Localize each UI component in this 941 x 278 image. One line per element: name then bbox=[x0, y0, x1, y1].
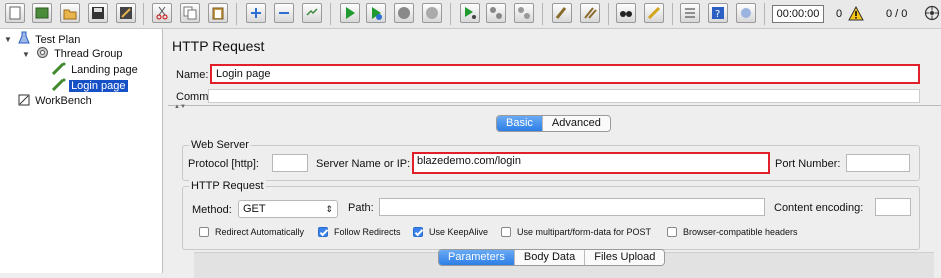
start-icon[interactable] bbox=[340, 3, 360, 23]
web-server-label: Web Server bbox=[189, 139, 251, 151]
tree-label: WorkBench bbox=[35, 95, 92, 107]
name-label: Name: bbox=[176, 69, 209, 81]
sampler-panel: HTTP Request Name: Login page Comments: … bbox=[168, 29, 941, 278]
split-divider[interactable]: ▲▼ bbox=[168, 104, 941, 112]
port-label: Port Number: bbox=[775, 158, 841, 170]
shutdown-icon[interactable] bbox=[422, 3, 442, 23]
reset-search-icon[interactable] bbox=[644, 3, 664, 23]
request-body-tabs: Parameters Body Data Files Upload bbox=[438, 249, 666, 266]
search-icon[interactable] bbox=[616, 3, 636, 23]
tree-node-landing-page[interactable]: Landing page bbox=[51, 62, 140, 77]
checkbox-label: Browser-compatible headers bbox=[683, 227, 798, 237]
paste-icon[interactable] bbox=[208, 3, 228, 23]
tree-label: Login page bbox=[69, 80, 128, 92]
expand-toggle-icon[interactable]: ▼ bbox=[22, 50, 30, 59]
server-name-field[interactable]: blazedemo.com/login bbox=[412, 152, 770, 174]
name-field[interactable]: Login page bbox=[210, 64, 920, 84]
error-count: 0 bbox=[836, 8, 843, 20]
follow-redirects-checkbox[interactable]: Follow Redirects bbox=[318, 227, 401, 237]
tree-node-thread-group[interactable]: Thread Group bbox=[36, 46, 125, 61]
remote-start-icon[interactable] bbox=[460, 3, 480, 23]
checkbox-box bbox=[199, 227, 209, 237]
panel-title: HTTP Request bbox=[172, 38, 265, 54]
encoding-label: Content encoding: bbox=[774, 202, 864, 214]
collapse-all-icon[interactable] bbox=[274, 3, 294, 23]
thread-count: 0 / 0 bbox=[886, 8, 908, 20]
new-icon[interactable] bbox=[5, 3, 25, 23]
checkbox-box bbox=[667, 227, 677, 237]
path-field[interactable] bbox=[379, 198, 765, 216]
basic-advanced-tabs: Basic Advanced bbox=[496, 115, 611, 132]
open-icon[interactable] bbox=[60, 3, 80, 23]
clear-icon[interactable] bbox=[552, 3, 572, 23]
clear-all-icon[interactable] bbox=[580, 3, 600, 23]
checkbox-label: Redirect Automatically bbox=[215, 227, 305, 237]
tab-body-data[interactable]: Body Data bbox=[513, 250, 585, 265]
checkbox-box bbox=[413, 227, 423, 237]
expand-all-icon[interactable] bbox=[246, 3, 266, 23]
path-label: Path: bbox=[348, 202, 374, 214]
checkbox-box bbox=[318, 227, 328, 237]
toolbar: ? 00:00:00 0 0 / 0 bbox=[0, 0, 941, 29]
svg-text:?: ? bbox=[715, 9, 720, 20]
cut-icon[interactable] bbox=[152, 3, 172, 23]
redirect-automatically-checkbox[interactable]: Redirect Automatically bbox=[199, 227, 304, 237]
method-value: GET bbox=[243, 203, 266, 215]
checkbox-box bbox=[501, 227, 511, 237]
http-request-group: HTTP Request bbox=[182, 180, 920, 250]
warning-icon bbox=[848, 6, 864, 21]
tab-basic[interactable]: Basic bbox=[497, 116, 542, 131]
save-icon[interactable] bbox=[88, 3, 108, 23]
multipart-post-checkbox[interactable]: Use multipart/form-data for POST bbox=[501, 227, 651, 237]
tab-advanced[interactable]: Advanced bbox=[541, 116, 610, 131]
flask-icon bbox=[18, 31, 30, 44]
tree-node-test-plan[interactable]: Test Plan bbox=[18, 31, 82, 46]
remote-engines-icon[interactable] bbox=[924, 5, 940, 22]
toggle-icon[interactable] bbox=[302, 3, 322, 23]
comments-field[interactable] bbox=[208, 89, 920, 103]
protocol-field[interactable] bbox=[272, 154, 308, 172]
tab-files-upload[interactable]: Files Upload bbox=[584, 250, 665, 265]
checkbox-label: Use multipart/form-data for POST bbox=[517, 227, 652, 237]
gear-icon bbox=[37, 47, 48, 58]
method-label: Method: bbox=[192, 204, 232, 216]
expand-toggle-icon[interactable]: ▼ bbox=[4, 35, 12, 44]
tree-node-workbench[interactable]: WorkBench bbox=[18, 94, 94, 109]
encoding-field[interactable] bbox=[875, 198, 911, 216]
test-plan-tree: ▼ Test Plan ▼ Thread Group Landing page … bbox=[0, 29, 163, 273]
checkbox-label: Follow Redirects bbox=[334, 227, 401, 237]
function-helper-icon[interactable] bbox=[680, 3, 700, 23]
start-no-pauses-icon[interactable] bbox=[366, 3, 386, 23]
select-arrows-icon: ⇕ bbox=[325, 204, 333, 214]
templates-icon[interactable] bbox=[32, 3, 52, 23]
port-field[interactable] bbox=[846, 154, 910, 172]
remote-stop-icon[interactable] bbox=[486, 3, 506, 23]
http-request-label: HTTP Request bbox=[189, 180, 266, 192]
tree-label: Test Plan bbox=[35, 34, 81, 46]
copy-icon[interactable] bbox=[180, 3, 200, 23]
tree-label: Thread Group bbox=[54, 48, 123, 60]
browser-compatible-headers-checkbox[interactable]: Browser-compatible headers bbox=[667, 227, 798, 237]
checkbox-label: Use KeepAlive bbox=[429, 227, 489, 237]
remote-start-all-icon[interactable] bbox=[736, 3, 756, 23]
tree-node-login-page[interactable]: Login page bbox=[51, 78, 128, 93]
sampler-pipette-icon bbox=[51, 78, 66, 92]
tab-parameters[interactable]: Parameters bbox=[439, 250, 514, 265]
save-screenshot-icon[interactable] bbox=[116, 3, 136, 23]
help-icon[interactable]: ? bbox=[708, 3, 728, 23]
remote-exit-icon[interactable] bbox=[514, 3, 534, 23]
workbench-icon bbox=[18, 94, 30, 106]
sampler-pipette-icon bbox=[51, 62, 66, 76]
server-label: Server Name or IP: bbox=[316, 158, 411, 170]
method-select[interactable]: GET ⇕ bbox=[238, 200, 338, 218]
use-keepalive-checkbox[interactable]: Use KeepAlive bbox=[413, 227, 488, 237]
elapsed-timer: 00:00:00 bbox=[772, 5, 824, 23]
tree-label: Landing page bbox=[71, 64, 138, 76]
stop-icon[interactable] bbox=[394, 3, 414, 23]
protocol-label: Protocol [http]: bbox=[188, 158, 259, 170]
